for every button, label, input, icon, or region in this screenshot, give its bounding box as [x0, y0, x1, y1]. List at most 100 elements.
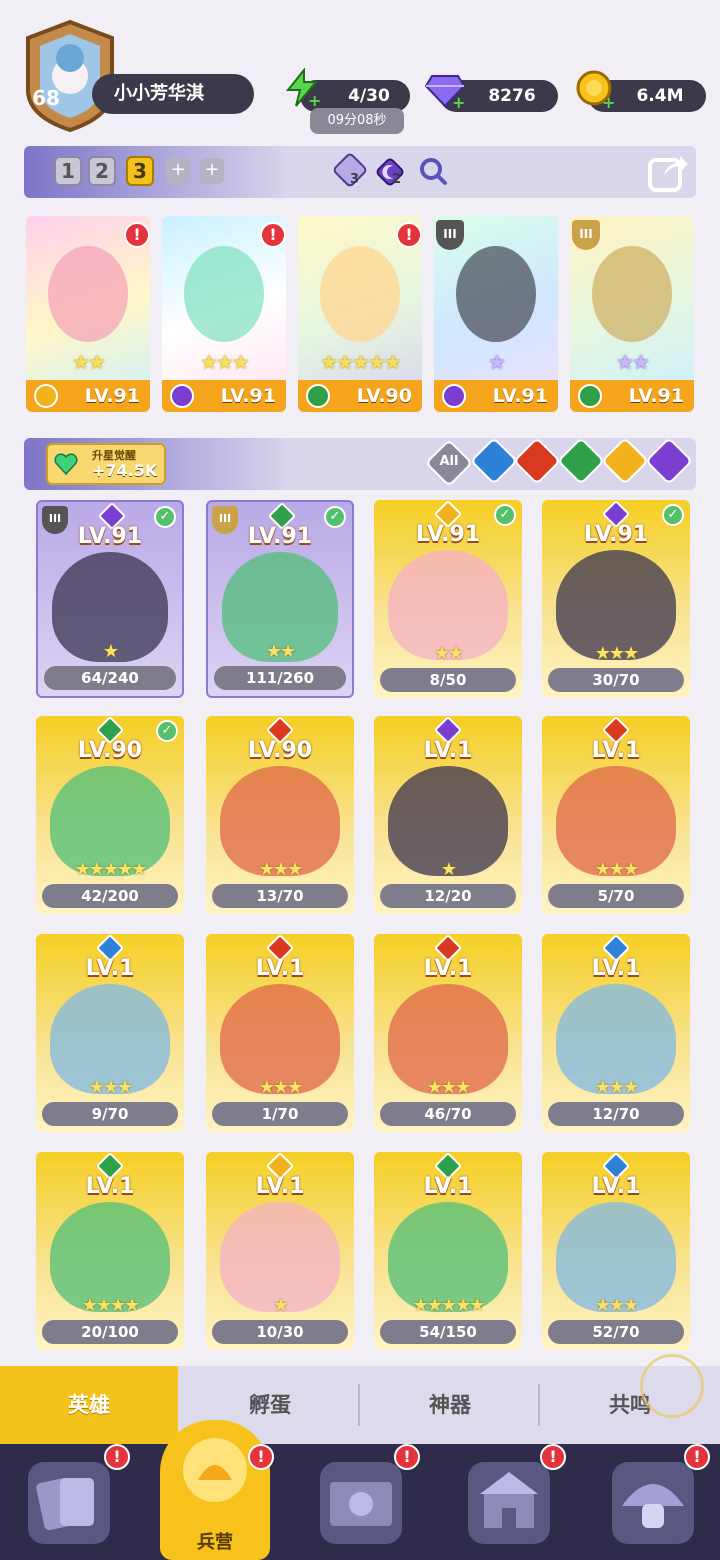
team-hero-card[interactable]: ★★★★★ LV.90 !	[298, 216, 422, 412]
svg-text:+: +	[602, 93, 615, 110]
hero-card[interactable]: LV.90 ★★★ 13/70	[206, 716, 354, 914]
add-team-button[interactable]: +	[166, 158, 190, 184]
hero-card[interactable]: LV.1 ★★★ 52/70	[542, 1152, 690, 1350]
castle-icon[interactable]	[468, 1462, 550, 1544]
hero-level: LV.1	[591, 738, 641, 763]
light-element-icon	[34, 384, 58, 408]
hero-shard-count: 64/240	[44, 666, 176, 690]
hero-shard-count: 12/70	[548, 1102, 684, 1126]
rank-badge: III	[436, 220, 464, 250]
hero-stars: ★★	[265, 641, 296, 662]
hero-stars: ★★★	[200, 350, 250, 374]
gold-coin-icon[interactable]: +	[574, 68, 616, 112]
hero-level: LV.91	[415, 522, 481, 547]
hero-shard-count: 8/50	[380, 668, 516, 692]
alert-badge: !	[124, 222, 150, 248]
share-icon[interactable]	[646, 150, 690, 194]
alert-badge: !	[684, 1444, 710, 1470]
player-level: 68	[32, 86, 60, 110]
hero-level: LV.91	[583, 522, 649, 547]
star-awaken-badge[interactable]: 升星觉醒 +74.5K	[46, 443, 166, 485]
hero-level: LV.1	[591, 956, 641, 981]
hero-card[interactable]: LV.1 ★★★ 1/70	[206, 934, 354, 1132]
hero-stars: ★★	[616, 350, 650, 374]
cards-icon[interactable]	[28, 1462, 110, 1544]
hero-card[interactable]: LV.1 ★ 12/20	[374, 716, 522, 914]
alert-badge: !	[248, 1444, 274, 1470]
check-icon: ✓	[662, 504, 684, 526]
dark-element-icon	[170, 384, 194, 408]
map-icon[interactable]	[320, 1462, 402, 1544]
hero-card[interactable]: LV.91 ★★ 8/50 ✓	[374, 500, 522, 698]
hero-level: LV.1	[85, 956, 135, 981]
hero-level: LV.1	[591, 1174, 641, 1199]
hero-stars: ★★★	[594, 643, 639, 664]
tab-artifacts[interactable]: 神器	[360, 1366, 540, 1444]
hero-shard-count: 13/70	[212, 884, 348, 908]
hero-stars: ★★★★	[81, 1295, 141, 1316]
team-hero-card[interactable]: ★ LV.91 III	[434, 216, 558, 412]
team-hero-card[interactable]: ★★ LV.91 III	[570, 216, 694, 412]
hero-shard-count: 1/70	[212, 1102, 348, 1126]
hero-shard-count: 12/20	[380, 884, 516, 908]
team-tab-3[interactable]: 3	[126, 156, 154, 186]
player-name: 小小芳华淇	[92, 74, 254, 114]
hero-shard-count: 9/70	[42, 1102, 178, 1126]
tab-heroes[interactable]: 英雄	[0, 1366, 178, 1444]
check-icon: ✓	[154, 506, 176, 528]
team-hero-card[interactable]: ★★ LV.91 !	[26, 216, 150, 412]
hero-stars: ★★★★★	[74, 859, 148, 880]
hero-stars: ★★★★★	[412, 1295, 486, 1316]
mushroom-icon[interactable]	[612, 1462, 694, 1544]
hero-shard-count: 54/150	[380, 1320, 516, 1344]
alert-badge: !	[260, 222, 286, 248]
team-hero-card[interactable]: ★★★ LV.91 !	[162, 216, 286, 412]
hero-level: LV.1	[423, 1174, 473, 1199]
hero-stars: ★★★	[258, 859, 303, 880]
filter-all-label: All	[439, 454, 459, 469]
hero-shard-count: 5/70	[548, 884, 684, 908]
rank-badge: III	[42, 506, 68, 534]
team-tab-1[interactable]: 1	[54, 156, 82, 186]
hero-level: LV.90	[247, 738, 313, 763]
hero-card[interactable]: LV.1 ★★★ 12/70	[542, 934, 690, 1132]
rank-badge: III	[212, 506, 238, 534]
hero-card[interactable]: LV.1 ★★★ 5/70	[542, 716, 690, 914]
hero-level: LV.1	[423, 738, 473, 763]
hero-card[interactable]: LV.91 ★ 64/240 ✓ III	[36, 500, 184, 698]
hero-card[interactable]: LV.1 ★★★★ 20/100	[36, 1152, 184, 1350]
svg-text:+: +	[308, 91, 321, 108]
hero-stars: ★	[102, 641, 119, 662]
hero-card[interactable]: LV.1 ★★★ 46/70	[374, 934, 522, 1132]
hero-portrait	[184, 246, 264, 342]
hero-portrait	[48, 246, 128, 342]
energy-icon[interactable]: +	[282, 67, 322, 110]
search-icon[interactable]	[418, 156, 448, 186]
hero-portrait	[320, 246, 400, 342]
hero-stars: ★★★	[594, 1295, 639, 1316]
energy-timer: 09分08秒	[310, 108, 404, 134]
hero-level: LV.1	[255, 956, 305, 981]
hero-card[interactable]: LV.91 ★★ 111/260 ✓ III	[206, 500, 354, 698]
hero-card[interactable]: LV.91 ★★★ 30/70 ✓	[542, 500, 690, 698]
gem-icon[interactable]: +	[424, 70, 466, 112]
hero-shard-count: 42/200	[42, 884, 178, 908]
svg-text:+: +	[452, 93, 465, 110]
hero-portrait	[456, 246, 536, 342]
pet-count-b: 2	[392, 172, 402, 187]
hero-card[interactable]: LV.1 ★★★★★ 54/150	[374, 1152, 522, 1350]
heart-icon	[54, 453, 78, 476]
hero-card[interactable]: LV.1 ★ 10/30	[206, 1152, 354, 1350]
hero-stars: ★	[440, 859, 457, 880]
hero-card[interactable]: LV.1 ★★★ 9/70	[36, 934, 184, 1132]
hero-card[interactable]: LV.90 ★★★★★ 42/200 ✓	[36, 716, 184, 914]
hero-stars: ★★★	[88, 1077, 133, 1098]
hero-shard-count: 30/70	[548, 668, 684, 692]
alert-badge: !	[396, 222, 422, 248]
add-team-button[interactable]: +	[200, 158, 224, 184]
alert-badge: !	[540, 1444, 566, 1470]
team-tab-2[interactable]: 2	[88, 156, 116, 186]
hero-level: LV.1	[255, 1174, 305, 1199]
hero-level: LV.1	[85, 1174, 135, 1199]
moon-slot-icon[interactable]	[374, 156, 406, 188]
